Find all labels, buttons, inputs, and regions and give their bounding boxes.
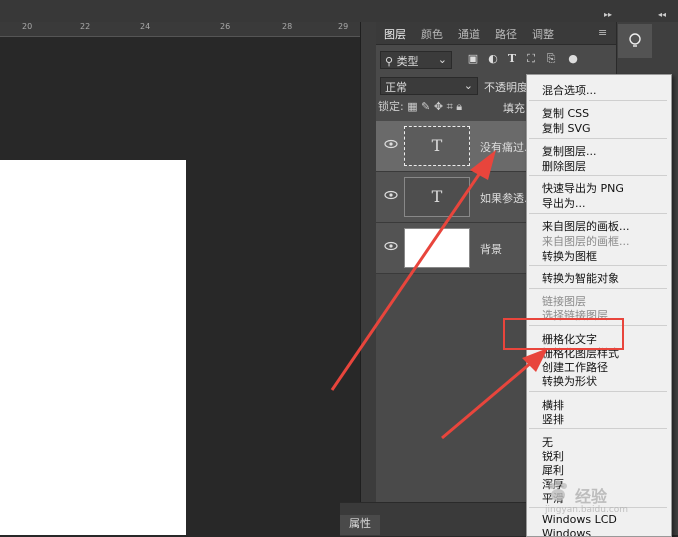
ruler-tick-label: 24 <box>140 22 151 31</box>
lightbulb-icon <box>629 33 641 47</box>
menu-item-convert-to-frame[interactable]: 转换为图框 <box>542 248 597 264</box>
lock-label: 锁定: <box>378 100 404 113</box>
menu-item-frame-from-layers: 来自图层的画框... <box>542 235 630 248</box>
eye-icon[interactable] <box>384 139 398 149</box>
layer-name[interactable]: 如果参透.. <box>480 190 531 206</box>
layer-name[interactable]: 没有痛过.. <box>480 139 531 155</box>
menu-item-duplicate-layer[interactable]: 复制图层... <box>542 143 597 159</box>
document-canvas[interactable] <box>0 160 186 535</box>
layer-name[interactable]: 背景 <box>480 241 502 257</box>
smart-object-filter-icon[interactable]: ⎘ <box>544 52 558 66</box>
collapse-arrows-icon[interactable]: ▸▸ <box>604 10 612 19</box>
panel-tab-bar: 图层 颜色 通道 路径 调整 ≡ <box>376 22 616 45</box>
ruler-tick-label: 22 <box>80 22 91 31</box>
filter-type-select[interactable]: ⚲ 类型 ⌄ <box>380 51 452 69</box>
ruler-tick-label: 28 <box>282 22 293 31</box>
menu-item-convert-to-smart-object[interactable]: 转换为智能对象 <box>542 270 619 286</box>
text-filter-icon[interactable]: T <box>505 52 519 66</box>
options-bar <box>0 0 678 22</box>
filter-type-label: 类型 <box>396 55 419 68</box>
layer-thumbnail[interactable] <box>404 228 470 268</box>
menu-separator <box>529 100 667 101</box>
menu-separator <box>529 428 667 429</box>
blend-mode-label: 正常 <box>385 81 407 94</box>
horizontal-ruler: 20 22 24 26 28 29 <box>0 22 360 37</box>
lock-pixels-icon[interactable]: ▦ <box>407 100 417 113</box>
menu-item-vertical[interactable]: 竖排 <box>542 411 564 427</box>
watermark-text: 经验 <box>575 487 608 506</box>
fill-label: 填充 <box>503 102 525 115</box>
menu-item-copy-css[interactable]: 复制 CSS <box>542 105 589 121</box>
menu-item-delete-layer[interactable]: 删除图层 <box>542 158 586 174</box>
menu-separator <box>529 288 667 289</box>
baidu-paw-icon <box>549 480 567 501</box>
filter-toggle-icon[interactable]: ● <box>566 52 580 66</box>
menu-item-copy-svg[interactable]: 复制 SVG <box>542 120 591 136</box>
ruler-tick-label: 26 <box>220 22 231 31</box>
ruler-tick-label: 29 <box>338 22 349 31</box>
tab-properties[interactable]: 属性 <box>340 515 380 535</box>
menu-item-blending-options[interactable]: 混合选项... <box>542 82 597 98</box>
panel-divider[interactable] <box>360 22 376 535</box>
lock-move-icon[interactable]: ✥ <box>434 100 443 113</box>
layer-row[interactable]: T 如果参透.. <box>376 172 531 223</box>
menu-icon[interactable]: ≡ <box>598 26 607 39</box>
lock-brush-icon[interactable]: ✎ <box>421 100 430 113</box>
lock-all-icon[interactable]: 🔒︎ <box>456 100 462 113</box>
menu-item-export-as[interactable]: 导出为... <box>542 195 586 211</box>
menu-separator <box>529 138 667 139</box>
menu-separator <box>529 265 667 266</box>
menu-separator <box>529 391 667 392</box>
layer-context-menu: 混合选项... 复制 CSS 复制 SVG 复制图层... 删除图层 快速导出为… <box>526 74 672 537</box>
layer-thumbnail[interactable]: T <box>404 177 470 217</box>
eye-icon[interactable] <box>384 241 398 251</box>
layer-row[interactable]: 背景 <box>376 223 526 274</box>
opacity-label: 不透明度 <box>484 81 528 94</box>
tab-layers[interactable]: 图层 <box>384 26 406 42</box>
ruler-tick-label: 20 <box>22 22 33 31</box>
menu-separator <box>529 175 667 176</box>
tab-paths[interactable]: 路径 <box>495 26 517 42</box>
tab-adjustments[interactable]: 调整 <box>532 26 554 42</box>
search-icon: ⚲ <box>385 55 394 68</box>
eye-icon[interactable] <box>384 190 398 200</box>
layer-row[interactable]: T 没有痛过.. <box>376 121 531 172</box>
pixel-filter-icon[interactable]: ▣ <box>466 52 480 66</box>
adjustment-filter-icon[interactable]: ◐ <box>486 52 500 66</box>
shape-filter-icon[interactable]: ⛶ <box>524 52 538 66</box>
chevron-down-icon: ⌄ <box>463 79 473 92</box>
blend-mode-select[interactable]: 正常 ⌄ <box>380 77 478 95</box>
layer-thumbnail[interactable]: T <box>404 126 470 166</box>
learn-panel-button[interactable] <box>618 24 652 58</box>
tab-channels[interactable]: 通道 <box>458 26 480 42</box>
highlight-box <box>503 318 624 350</box>
chevron-down-icon: ⌄ <box>437 53 447 66</box>
menu-item-windows[interactable]: Windows <box>542 527 591 536</box>
collapse-arrows-icon[interactable]: ◂◂ <box>658 10 666 19</box>
watermark-url: jingyan.baidu.com <box>545 505 629 515</box>
menu-separator <box>529 213 667 214</box>
menu-item-quick-export-png[interactable]: 快速导出为 PNG <box>542 180 624 196</box>
tab-color[interactable]: 颜色 <box>421 26 443 42</box>
lock-artboard-icon[interactable]: ⌗ <box>447 100 453 113</box>
menu-item-artboard-from-layers[interactable]: 来自图层的画板... <box>542 218 630 234</box>
menu-item-convert-to-shape[interactable]: 转换为形状 <box>542 373 597 389</box>
